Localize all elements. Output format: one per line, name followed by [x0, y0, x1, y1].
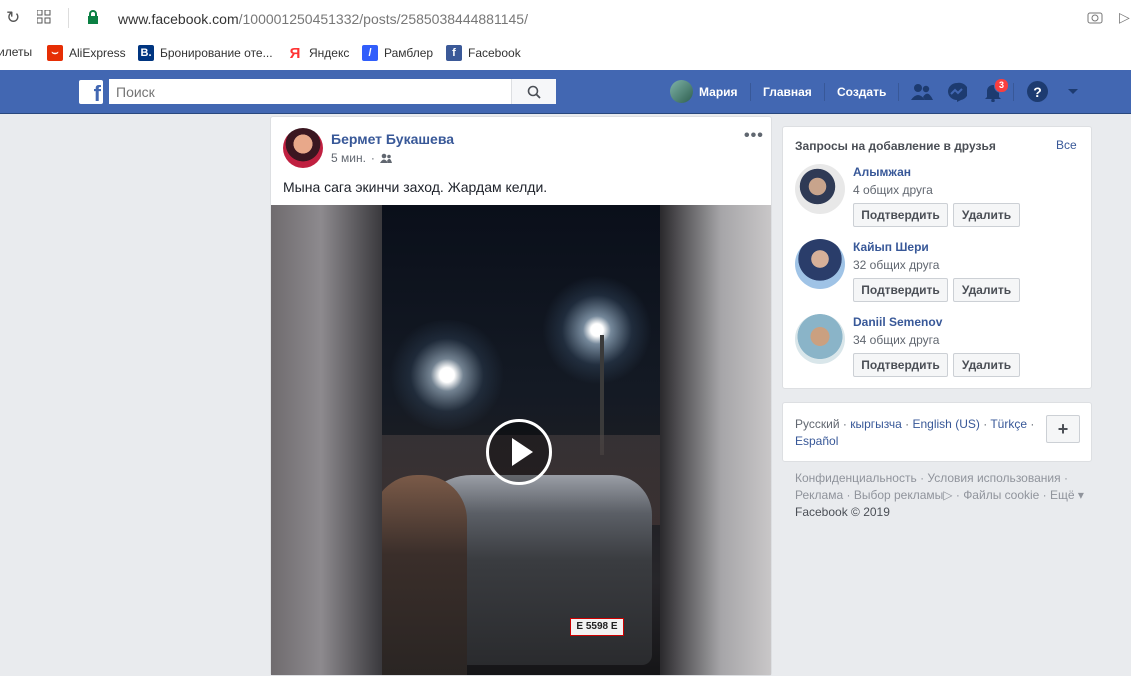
add-language-button[interactable]: +	[1046, 415, 1080, 443]
request-mutual[interactable]: 34 общих друга	[853, 333, 939, 347]
user-avatar	[670, 80, 693, 103]
yandex-icon: Я	[289, 44, 301, 62]
url-host: www.facebook.com	[118, 11, 239, 27]
search-box	[109, 79, 556, 104]
url-path: /100001250451332/posts/2585038444881145/	[238, 11, 528, 27]
nav-divider	[898, 83, 899, 101]
copyright: Facebook © 2019	[795, 505, 890, 519]
post-text: Мына сага экинчи заход. Жардам келди.	[283, 179, 548, 195]
nav-divider	[1013, 83, 1014, 101]
footer-links: Конфиденциальность · Условия использован…	[795, 471, 1084, 519]
notification-badge: 3	[994, 78, 1010, 93]
create-link[interactable]: Создать	[837, 70, 886, 113]
friend-requests-title: Запросы на добавление в друзья	[795, 139, 996, 153]
post-meta: 5 мин. ·	[331, 151, 392, 165]
friend-requests-icon[interactable]	[911, 70, 933, 113]
delete-button[interactable]: Удалить	[953, 203, 1020, 227]
post-options-icon[interactable]: •••	[744, 127, 764, 145]
bookmark-label: AliExpress	[69, 46, 126, 60]
street-light-right	[542, 275, 652, 385]
bookmark-label: Бронирование оте...	[160, 46, 273, 60]
confirm-button[interactable]: Подтвердить	[853, 203, 948, 227]
request-name[interactable]: Кайып Шери	[853, 240, 929, 254]
account-menu-icon[interactable]	[1067, 70, 1079, 113]
footer-cookies[interactable]: Файлы cookie	[963, 488, 1039, 502]
author-avatar[interactable]	[283, 128, 323, 168]
delete-button[interactable]: Удалить	[953, 353, 1020, 377]
request-mutual[interactable]: 4 общих друга	[853, 183, 933, 197]
lock-icon	[87, 10, 99, 29]
bookmark-label: Facebook	[468, 46, 521, 60]
nav-divider	[824, 83, 825, 101]
friends-audience-icon[interactable]	[379, 153, 392, 163]
see-all-link[interactable]: Все	[1056, 138, 1077, 152]
bookmark-yandex[interactable]: Я Яндекс	[287, 44, 350, 62]
footer-privacy[interactable]: Конфиденциальность	[795, 471, 917, 485]
meta-separator: ·	[370, 151, 375, 165]
bookmark-label: Яндекс	[309, 46, 350, 60]
footer-more[interactable]: Ещё	[1050, 488, 1075, 502]
create-label: Создать	[837, 84, 887, 99]
confirm-button[interactable]: Подтвердить	[853, 353, 948, 377]
home-label: Главная	[763, 84, 812, 99]
ad-choices-icon: ▷	[943, 488, 953, 502]
post-card: Бермет Букашева 5 мин. · ••• Мына сага э…	[270, 116, 772, 676]
request-avatar[interactable]	[795, 239, 845, 289]
search-button[interactable]	[511, 79, 556, 104]
apps-grid-icon[interactable]	[36, 9, 51, 29]
bookmark-rambler[interactable]: / Рамблер	[362, 45, 433, 61]
street-light-left	[387, 320, 507, 430]
bookmarks-bar: илеты ⌣ AliExpress B. Бронирование оте... …	[0, 37, 1131, 70]
language-spanish[interactable]: Español	[795, 434, 838, 448]
footer-ads[interactable]: Реклама	[795, 488, 843, 502]
facebook-logo-icon[interactable]: f	[79, 80, 103, 106]
home-link[interactable]: Главная	[763, 70, 812, 113]
person-left	[382, 475, 467, 675]
request-avatar[interactable]	[795, 314, 845, 364]
language-kyrgyz[interactable]: кыргызча	[850, 417, 902, 431]
aliexpress-icon: ⌣	[47, 45, 63, 61]
search-input[interactable]	[109, 79, 511, 104]
language-turkish[interactable]: Türkçe	[990, 417, 1027, 431]
request-mutual[interactable]: 32 общих друга	[853, 258, 939, 272]
confirm-button[interactable]: Подтвердить	[853, 278, 948, 302]
footer-terms[interactable]: Условия использования	[927, 471, 1060, 485]
help-icon[interactable]: ?	[1027, 70, 1048, 113]
request-avatar[interactable]	[795, 164, 845, 214]
footer-ad-choices[interactable]: Выбор рекламы	[854, 488, 943, 502]
current-language: Русский	[795, 417, 840, 431]
search-icon	[527, 85, 541, 99]
reload-icon[interactable]: ↻	[6, 8, 20, 28]
facebook-icon: f	[446, 45, 462, 61]
camera-icon[interactable]	[1087, 10, 1103, 29]
address-bar[interactable]: www.facebook.com/100001250451332/posts/2…	[118, 11, 528, 27]
profile-link[interactable]: Мария	[670, 70, 738, 113]
browser-toolbar: ↻ www.facebook.com/100001250451332/posts…	[0, 0, 1131, 37]
author-name[interactable]: Бермет Букашева	[331, 131, 454, 147]
messenger-icon[interactable]	[947, 70, 967, 113]
send-icon[interactable]: ▷	[1119, 9, 1130, 26]
bookmark-tickets[interactable]: илеты	[0, 45, 32, 59]
video-player[interactable]: E 5598 E	[271, 205, 771, 675]
play-button-icon[interactable]	[486, 419, 552, 485]
license-plate: E 5598 E	[570, 618, 624, 636]
bookmark-label: илеты	[0, 45, 33, 59]
bookmark-label: Рамблер	[384, 46, 434, 60]
bookmark-facebook[interactable]: f Facebook	[446, 45, 521, 61]
friend-requests-panel: Запросы на добавление в друзья Все Алымж…	[782, 126, 1092, 389]
user-name: Мария	[699, 84, 738, 99]
language-panel: Русский · кыргызча · English (US) · Türk…	[782, 402, 1092, 462]
language-english[interactable]: English (US)	[913, 417, 980, 431]
bookmark-aliexpress[interactable]: ⌣ AliExpress	[47, 45, 126, 61]
delete-button[interactable]: Удалить	[953, 278, 1020, 302]
rambler-icon: /	[362, 45, 378, 61]
request-name[interactable]: Daniil Semenov	[853, 315, 942, 329]
bookmark-booking[interactable]: B. Бронирование оте...	[138, 45, 273, 61]
language-list: Русский · кыргызча · English (US) · Türk…	[795, 417, 1035, 448]
more-caret-icon: ▾	[1074, 488, 1084, 502]
booking-icon: B.	[138, 45, 154, 61]
post-time[interactable]: 5 мин.	[331, 151, 366, 165]
nav-divider	[750, 83, 751, 101]
request-name[interactable]: Алымжан	[853, 165, 911, 179]
